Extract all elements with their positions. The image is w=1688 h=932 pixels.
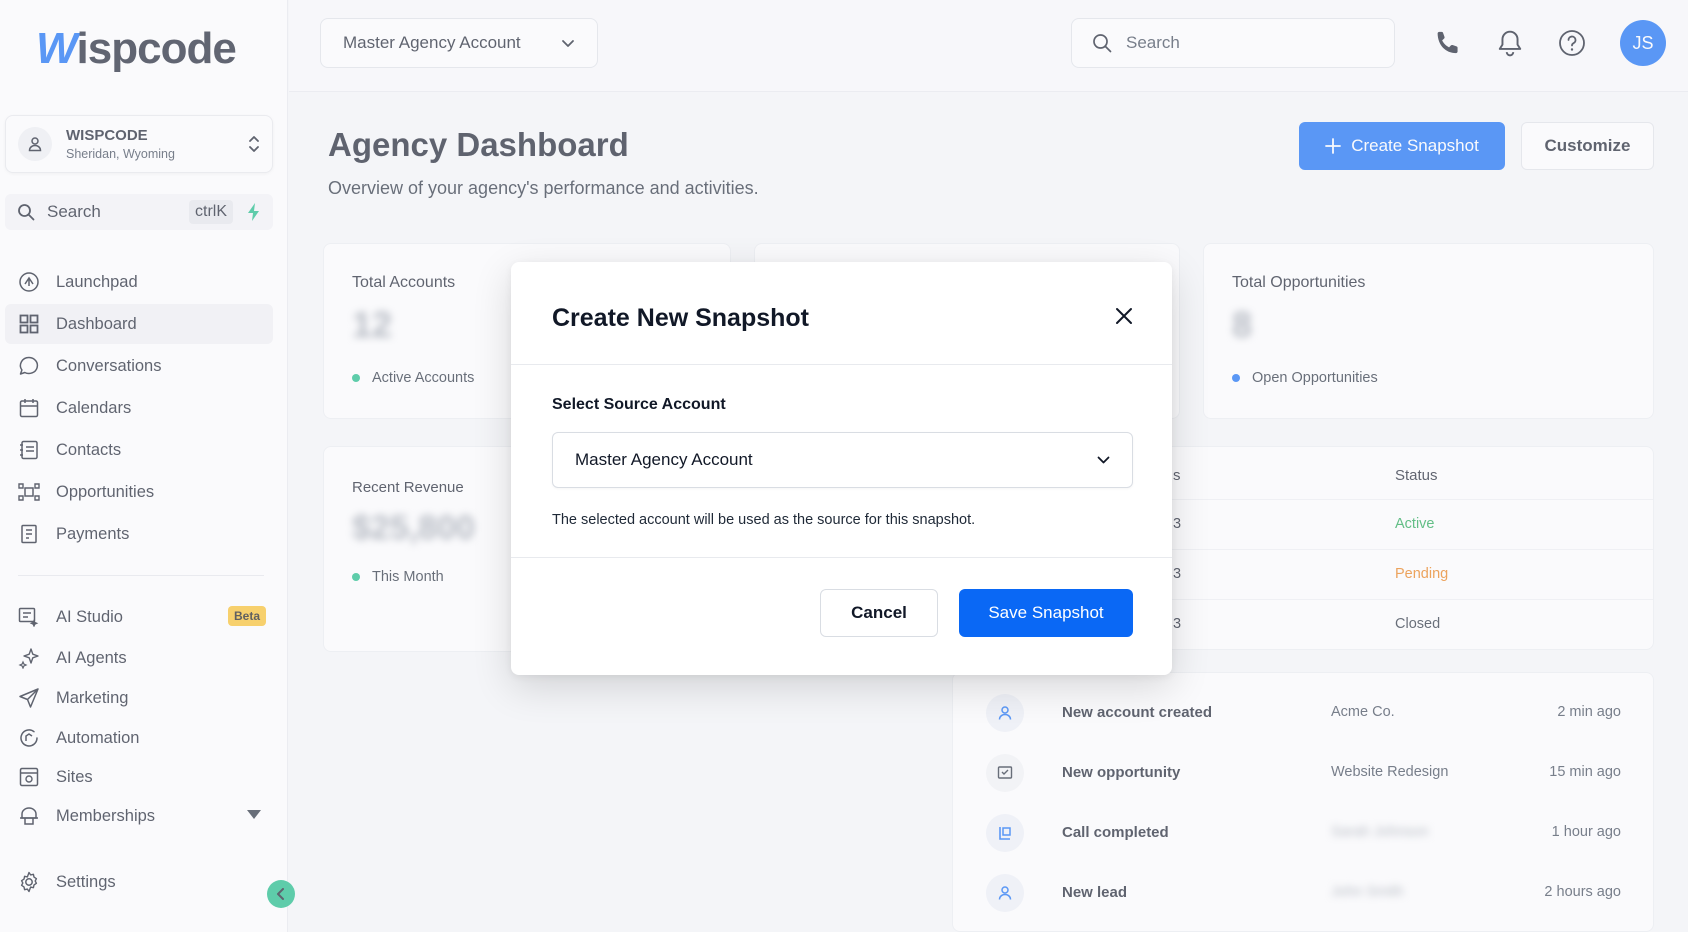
source-account-select[interactable]: Master Agency Account (552, 432, 1133, 488)
modal-divider (511, 364, 1172, 365)
modal-divider (511, 557, 1172, 558)
cancel-button[interactable]: Cancel (820, 589, 938, 637)
modal-title: Create New Snapshot (552, 304, 810, 332)
close-icon[interactable] (1112, 304, 1136, 328)
save-snapshot-button[interactable]: Save Snapshot (959, 589, 1133, 637)
source-account-help-text: The selected account will be used as the… (552, 512, 976, 528)
source-account-label: Select Source Account (552, 396, 726, 413)
create-snapshot-modal: Create New Snapshot Select Source Accoun… (511, 262, 1172, 675)
chevron-down-icon (1097, 456, 1110, 464)
